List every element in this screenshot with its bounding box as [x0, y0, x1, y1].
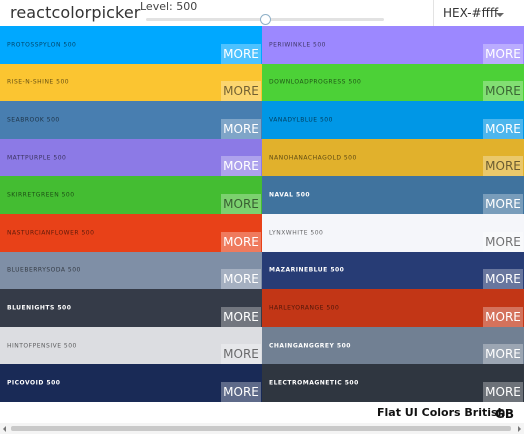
color-swatch[interactable]: NASTURCIANFLOWER 500 MORE — [0, 214, 262, 252]
color-swatch[interactable]: BLUENIGHTS 500 MORE — [0, 289, 262, 327]
swatch-color-name: SKIRRETGREEN 500 — [7, 191, 75, 199]
more-button[interactable]: MORE — [483, 43, 523, 64]
color-swatch[interactable]: HINTOFPENSIVE 500 MORE — [0, 326, 262, 365]
level-slider-handle[interactable] — [259, 14, 271, 25]
color-swatch[interactable]: DOWNLOADPROGRESS 500 MORE — [262, 63, 524, 102]
more-button[interactable]: MORE — [221, 43, 261, 64]
more-button[interactable]: MORE — [221, 344, 261, 365]
swatch-color-name: BLUENIGHTS 500 — [7, 304, 72, 312]
swatch-color-name: SEABROOK 500 — [7, 116, 60, 124]
swatch-color-name: NANOHANACHAGOLD 500 — [269, 154, 357, 162]
more-button[interactable]: MORE — [221, 118, 261, 139]
color-swatch[interactable]: ELECTROMAGNETIC 500 MORE — [262, 364, 524, 402]
swatch-color-name: VANADYLBLUE 500 — [269, 116, 333, 124]
more-button[interactable]: MORE — [483, 193, 523, 214]
more-button[interactable]: MORE — [221, 306, 261, 327]
color-swatch[interactable]: PERIWINKLE 500 MORE — [262, 26, 524, 64]
color-swatch[interactable]: RISE-N-SHINE 500 MORE — [0, 63, 262, 102]
logo[interactable]: reactcolorpicker — [10, 3, 140, 22]
more-button[interactable]: MORE — [483, 156, 523, 177]
color-swatch[interactable]: NANOHANACHAGOLD 500 MORE — [262, 138, 524, 177]
more-button[interactable]: MORE — [221, 193, 261, 214]
scroll-right-icon[interactable] — [518, 426, 521, 432]
more-button[interactable]: MORE — [221, 381, 261, 402]
swatch-color-name: RISE-N-SHINE 500 — [7, 78, 70, 86]
color-swatch[interactable]: NAVAL 500 MORE — [262, 176, 524, 214]
more-button[interactable]: MORE — [483, 306, 523, 327]
color-swatch[interactable]: VANADYLBLUE 500 MORE — [262, 101, 524, 139]
swatch-color-name: HARLEYORANGE 500 — [269, 304, 340, 312]
palette-name: Flat UI Colors British — [377, 406, 506, 419]
swatch-color-name: MAZARINEBLUE 500 — [269, 266, 345, 274]
more-button[interactable]: MORE — [221, 231, 261, 252]
swatch-color-name: ELECTROMAGNETIC 500 — [269, 379, 359, 387]
swatch-color-name: NASTURCIANFLOWER 500 — [7, 229, 95, 237]
horizontal-scrollbar[interactable] — [0, 423, 524, 434]
navbar: reactcolorpicker Level: 500 HEX-#ffff — [0, 0, 524, 26]
swatch-color-name: HINTOFPENSIVE 500 — [7, 342, 77, 350]
more-button[interactable]: MORE — [221, 269, 261, 290]
color-swatch[interactable]: PROTOSSPYLON 500 MORE — [0, 26, 262, 64]
swatch-color-name: NAVAL 500 — [269, 191, 311, 199]
more-button[interactable]: MORE — [221, 81, 261, 102]
color-swatch[interactable]: SKIRRETGREEN 500 MORE — [0, 176, 262, 214]
color-swatch[interactable]: SEABROOK 500 MORE — [0, 101, 262, 139]
color-swatch[interactable]: LYNXWHITE 500 MORE — [262, 214, 524, 252]
more-button[interactable]: MORE — [483, 344, 523, 365]
format-select[interactable]: HEX-#ffff — [443, 6, 498, 20]
swatch-color-name: MATTPURPLE 500 — [7, 154, 67, 162]
swatch-color-name: PERIWINKLE 500 — [269, 41, 326, 49]
color-swatch-grid: PROTOSSPYLON 500 MORE PERIWINKLE 500 MORE RI… — [0, 26, 524, 402]
palette-code: GB — [495, 407, 514, 421]
swatch-color-name: DOWNLOADPROGRESS 500 — [269, 78, 362, 86]
swatch-color-name: PICOVOID 500 — [7, 379, 61, 387]
more-button[interactable]: MORE — [221, 156, 261, 177]
color-swatch[interactable]: PICOVOID 500 MORE — [0, 364, 262, 402]
divider — [433, 0, 434, 26]
color-swatch[interactable]: BLUEBERRYSODA 500 MORE — [0, 251, 262, 290]
color-swatch[interactable]: MATTPURPLE 500 MORE — [0, 138, 262, 177]
more-button[interactable]: MORE — [483, 231, 523, 252]
level-label: Level: 500 — [140, 0, 198, 13]
swatch-color-name: LYNXWHITE 500 — [269, 229, 324, 237]
scroll-left-icon[interactable] — [3, 426, 6, 432]
more-button[interactable]: MORE — [483, 118, 523, 139]
more-button[interactable]: MORE — [483, 381, 523, 402]
color-swatch[interactable]: CHAINGANGGREY 500 MORE — [262, 326, 524, 365]
color-swatch[interactable]: HARLEYORANGE 500 MORE — [262, 289, 524, 327]
color-swatch[interactable]: MAZARINEBLUE 500 MORE — [262, 251, 524, 290]
more-button[interactable]: MORE — [483, 81, 523, 102]
scrollbar-thumb[interactable] — [11, 426, 511, 431]
chevron-down-icon[interactable] — [496, 13, 504, 17]
more-button[interactable]: MORE — [483, 269, 523, 290]
swatch-color-name: BLUEBERRYSODA 500 — [7, 266, 81, 274]
swatch-color-name: PROTOSSPYLON 500 — [7, 41, 77, 49]
swatch-color-name: CHAINGANGGREY 500 — [269, 342, 351, 350]
